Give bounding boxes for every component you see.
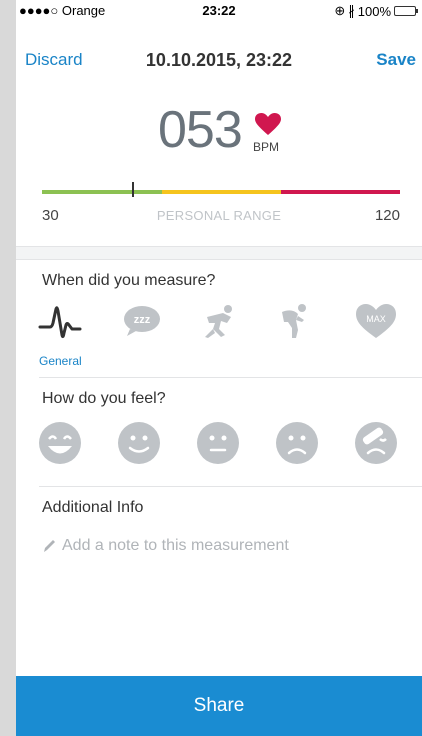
range-marker bbox=[132, 182, 134, 197]
bpm-unit: BPM bbox=[253, 140, 280, 154]
recovery-icon[interactable] bbox=[271, 298, 317, 344]
measure-options: zzz MAX bbox=[16, 298, 422, 344]
note-placeholder: Add a note to this measurement bbox=[62, 537, 289, 554]
selected-caption: General bbox=[39, 354, 82, 368]
sleep-icon[interactable]: zzz bbox=[119, 298, 165, 344]
lock-rotation-icon: ⊕ bbox=[334, 3, 346, 18]
section-gap bbox=[16, 246, 422, 260]
neutral-face-icon[interactable] bbox=[195, 420, 241, 466]
range-high-segment bbox=[281, 190, 400, 194]
share-button[interactable]: Share bbox=[16, 676, 422, 736]
range-label: PERSONAL RANGE bbox=[156, 208, 282, 223]
sad-face-icon[interactable] bbox=[274, 420, 320, 466]
battery-percent: 100% bbox=[357, 3, 391, 19]
general-icon[interactable] bbox=[37, 298, 83, 344]
page-title: 10.10.2015, 23:22 bbox=[145, 50, 293, 70]
battery-icon bbox=[394, 6, 418, 16]
status-right: ⊕ ∦ 100% bbox=[334, 3, 418, 19]
range-max: 120 bbox=[374, 207, 400, 224]
divider bbox=[39, 486, 422, 487]
pencil-icon bbox=[44, 540, 55, 552]
injured-face-icon[interactable] bbox=[353, 420, 399, 466]
very-happy-face-icon[interactable] bbox=[37, 420, 83, 466]
nav-bar: Discard 10.10.2015, 23:22 Save bbox=[16, 44, 422, 74]
max-icon[interactable]: MAX bbox=[353, 298, 399, 344]
measure-title: When did you measure? bbox=[42, 272, 216, 289]
save-button[interactable]: Save bbox=[376, 50, 416, 70]
feel-options bbox=[16, 420, 422, 466]
bpm-value: 053 bbox=[158, 101, 243, 159]
divider bbox=[39, 377, 422, 378]
info-title: Additional Info bbox=[42, 499, 144, 516]
range-low-segment bbox=[42, 190, 162, 194]
range-mid-segment bbox=[162, 190, 281, 194]
app-screen: ●●●●○ Orange 23:22 ⊕ ∦ 100% Discard 10.1… bbox=[16, 0, 422, 736]
range-bar bbox=[42, 190, 400, 194]
feel-title: How do you feel? bbox=[42, 390, 166, 407]
bluetooth-icon: ∦ bbox=[348, 3, 355, 18]
svg-text:zzz: zzz bbox=[134, 314, 151, 326]
svg-text:MAX: MAX bbox=[366, 314, 386, 324]
happy-face-icon[interactable] bbox=[116, 420, 162, 466]
status-bar: ●●●●○ Orange 23:22 ⊕ ∦ 100% bbox=[16, 0, 422, 20]
heart-icon bbox=[255, 113, 281, 135]
start-icon[interactable] bbox=[196, 298, 242, 344]
note-input[interactable]: Add a note to this measurement bbox=[42, 537, 289, 555]
